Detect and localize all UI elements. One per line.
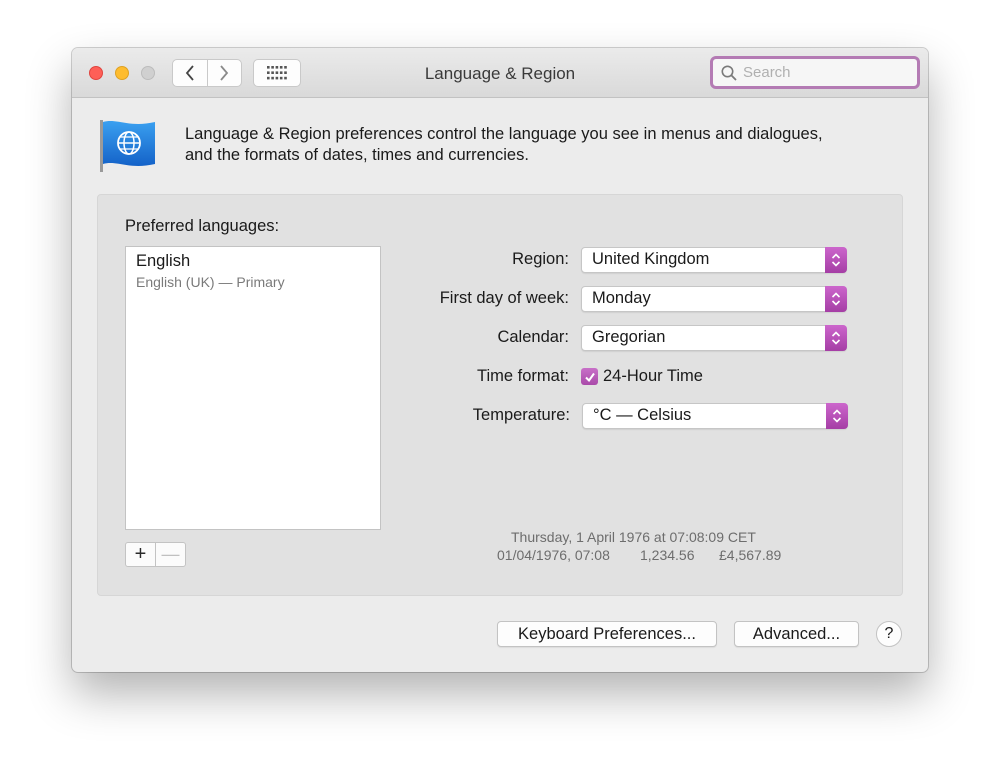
updown-arrows-icon (825, 286, 847, 312)
sample-number: 1,234.56 (640, 547, 695, 563)
temperature-popup[interactable]: °C — Celsius (582, 403, 848, 429)
preferred-languages-list[interactable]: English English (UK) — Primary (125, 246, 381, 530)
advanced-button[interactable]: Advanced... (734, 621, 859, 647)
sample-date-long: Thursday, 1 April 1976 at 07:08:09 CET (511, 529, 756, 545)
checkmark-icon (584, 372, 595, 382)
intro-text: Language & Region preferences control th… (185, 124, 885, 166)
first-day-value: Monday (592, 289, 651, 307)
search-placeholder: Search (743, 64, 791, 81)
sample-date-short: 01/04/1976, 07:08 (497, 547, 610, 563)
time-format-label: Time format: (477, 367, 569, 385)
preferences-window: Language & Region Search Language & Regi… (72, 48, 928, 672)
first-day-popup[interactable]: Monday (581, 286, 847, 312)
first-day-label: First day of week: (439, 289, 569, 307)
keyboard-preferences-button[interactable]: Keyboard Preferences... (497, 621, 717, 647)
search-field[interactable]: Search (710, 56, 920, 89)
region-value: United Kingdom (592, 250, 710, 268)
magnifier-icon (721, 65, 737, 81)
title-bar: Language & Region Search (72, 48, 928, 98)
updown-arrows-icon (825, 325, 847, 351)
help-button[interactable]: ? (876, 621, 902, 647)
sample-currency: £4,567.89 (719, 547, 782, 563)
24-hour-time-checkbox[interactable] (581, 368, 598, 385)
24-hour-time-label[interactable]: 24-Hour Time (603, 367, 703, 386)
preferred-languages-label: Preferred languages: (125, 217, 280, 235)
temperature-value: °C — Celsius (593, 406, 692, 424)
language-add-remove: + — (125, 542, 186, 567)
updown-arrows-icon (825, 247, 847, 273)
calendar-label: Calendar: (497, 328, 569, 346)
language-name[interactable]: English (136, 252, 190, 271)
region-label: Region: (512, 250, 569, 268)
intro-line-1: Language & Region preferences control th… (185, 125, 823, 143)
remove-language-button[interactable]: — (155, 543, 185, 566)
updown-arrows-icon (826, 403, 848, 429)
temperature-label: Temperature: (472, 406, 570, 424)
add-language-button[interactable]: + (126, 543, 155, 566)
language-detail: English (UK) — Primary (136, 274, 285, 290)
globe-flag-icon (100, 120, 155, 172)
region-popup[interactable]: United Kingdom (581, 247, 847, 273)
intro-line-2: and the formats of dates, times and curr… (185, 146, 529, 164)
calendar-popup[interactable]: Gregorian (581, 325, 847, 351)
calendar-value: Gregorian (592, 328, 666, 346)
